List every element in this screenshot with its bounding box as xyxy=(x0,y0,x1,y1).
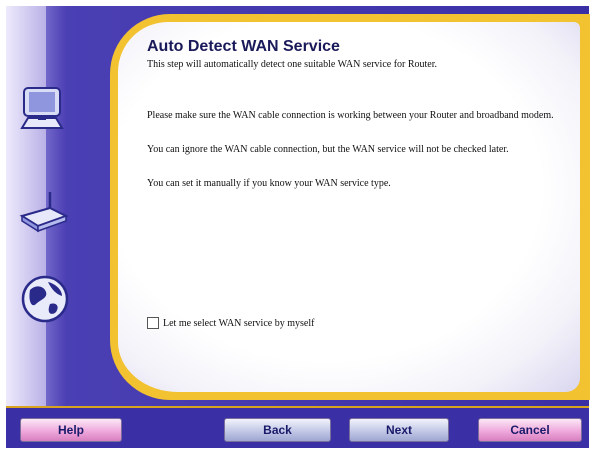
page-title: Auto Detect WAN Service xyxy=(147,38,340,55)
instruction-paragraph-1: Please make sure the WAN cable connectio… xyxy=(147,110,554,121)
content-panel xyxy=(118,22,580,392)
manual-select-label[interactable]: Let me select WAN service by myself xyxy=(163,318,314,329)
next-button[interactable]: Next xyxy=(349,418,449,442)
help-button[interactable]: Help xyxy=(20,418,122,442)
router-icon xyxy=(18,188,70,239)
manual-select-option[interactable]: Let me select WAN service by myself xyxy=(147,317,314,329)
instruction-paragraph-2: You can ignore the WAN cable connection,… xyxy=(147,144,509,155)
cancel-button[interactable]: Cancel xyxy=(478,418,582,442)
instruction-paragraph-3: You can set it manually if you know your… xyxy=(147,178,391,189)
wizard-window: Auto Detect WAN Service This step will a… xyxy=(0,0,595,452)
manual-select-checkbox[interactable] xyxy=(147,317,159,329)
page-subtitle: This step will automatically detect one … xyxy=(147,59,438,70)
back-button[interactable]: Back xyxy=(224,418,331,442)
globe-icon xyxy=(18,272,72,331)
computer-icon xyxy=(18,86,68,139)
